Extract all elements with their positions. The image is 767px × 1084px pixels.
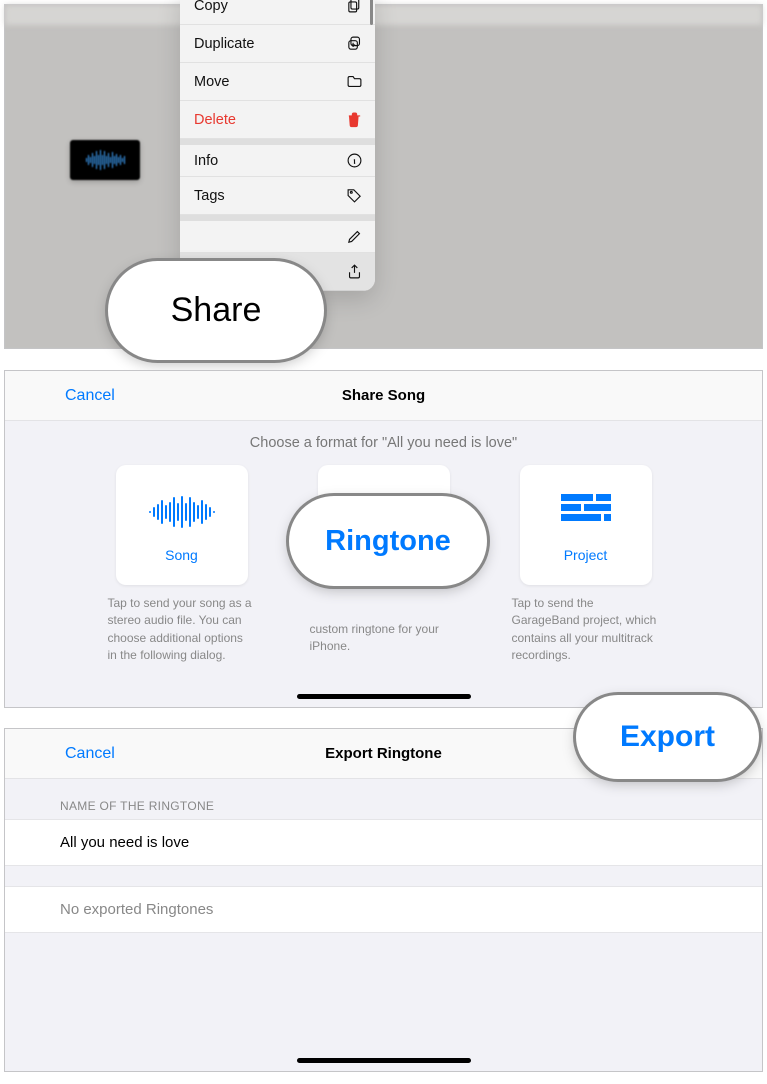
ctx-item-move[interactable]: Move (180, 63, 375, 101)
exported-ringtones-row: No exported Ringtones (5, 886, 762, 933)
panel-share-song: Cancel Share Song Choose a format for "A… (4, 370, 763, 708)
callout-text: Ringtone (325, 525, 451, 558)
ctx-item-info[interactable]: Info (180, 139, 375, 177)
card-desc: Tap to send your song as a stereo audio … (102, 595, 262, 665)
card-label: Song (165, 547, 198, 563)
project-thumbnail[interactable] (70, 140, 140, 180)
header-title: Export Ringtone (325, 745, 442, 762)
ctx-item-rename[interactable] (180, 215, 375, 253)
header-title: Share Song (342, 387, 425, 404)
pencil-icon (346, 228, 363, 245)
card-col-song: Song Tap to send your song as a stereo a… (92, 465, 272, 665)
ctx-label: Info (194, 153, 218, 169)
empty-state-text: No exported Ringtones (60, 901, 213, 918)
waveform-icon (147, 487, 217, 537)
tag-icon (346, 187, 363, 204)
ctx-item-tags[interactable]: Tags (180, 177, 375, 215)
tracks-icon (561, 487, 611, 537)
ctx-label: Delete (194, 112, 236, 128)
ctx-item-delete[interactable]: Delete (180, 101, 375, 139)
ctx-label: Copy (194, 0, 228, 14)
home-indicator[interactable] (297, 694, 471, 699)
callout-ringtone: Ringtone (289, 496, 487, 586)
info-icon (346, 152, 363, 169)
card-col-project: Project Tap to send the GarageBand proje… (496, 465, 676, 665)
share-header: Cancel Share Song (5, 371, 762, 421)
context-menu: Copy Duplicate Move Delete Info Tags (180, 0, 375, 291)
callout-text: Export (620, 720, 715, 754)
ctx-label: Duplicate (194, 36, 254, 52)
copy-icon (346, 0, 363, 14)
folder-icon (346, 73, 363, 90)
callout-text: Share (171, 291, 262, 330)
callout-share: Share (108, 261, 324, 360)
ringtone-name-value: All you need is love (60, 834, 189, 851)
ctx-item-copy[interactable]: Copy (180, 0, 375, 25)
cancel-button[interactable]: Cancel (65, 745, 115, 763)
ringtone-name-field[interactable]: All you need is love (5, 819, 762, 866)
section-header-name: Name of the Ringtone (5, 779, 762, 819)
cancel-button[interactable]: Cancel (65, 387, 115, 405)
panel-export-ringtone: Cancel Export Ringtone Export Name of th… (4, 728, 763, 1072)
grid-topbar-blur (5, 5, 762, 25)
home-indicator[interactable] (297, 1058, 471, 1063)
ctx-label: Tags (194, 188, 225, 204)
share-subtitle: Choose a format for "All you need is lov… (5, 435, 762, 451)
callout-export: Export (576, 695, 759, 779)
waveform-icon (86, 150, 125, 170)
card-label: Project (564, 547, 608, 563)
share-icon (346, 263, 363, 280)
card-song[interactable]: Song (116, 465, 248, 585)
card-project[interactable]: Project (520, 465, 652, 585)
card-desc: custom ringtone for your iPhone. (304, 621, 464, 656)
card-desc: Tap to send the GarageBand project, whic… (506, 595, 666, 665)
scrollbar[interactable] (370, 0, 373, 25)
ctx-item-duplicate[interactable]: Duplicate (180, 25, 375, 63)
panel-context-menu: Copy Duplicate Move Delete Info Tags (4, 4, 763, 349)
trash-icon (346, 111, 363, 128)
ctx-label: Move (194, 74, 229, 90)
duplicate-icon (346, 35, 363, 52)
